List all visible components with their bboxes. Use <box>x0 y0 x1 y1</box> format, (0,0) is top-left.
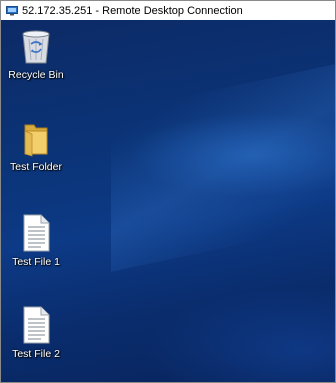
remote-desktop-icon <box>6 5 18 15</box>
desktop-icon-label: Test File 1 <box>12 256 60 268</box>
desktop-icon-label: Test File 2 <box>12 348 60 360</box>
title-bar[interactable]: 52.172.35.251 - Remote Desktop Connectio… <box>1 1 335 20</box>
desktop-icon-test-folder[interactable]: Test Folder <box>1 123 74 173</box>
text-file-icon <box>23 306 50 344</box>
desktop-icon-label: Recycle Bin <box>8 69 64 81</box>
desktop-icon-test-file-2[interactable]: Test File 2 <box>1 306 74 360</box>
recycle-bin-icon <box>22 30 50 64</box>
folder-icon <box>24 124 48 157</box>
remote-desktop-window: 52.172.35.251 - Remote Desktop Connectio… <box>0 0 336 383</box>
desktop-area[interactable]: Recycle Bin Test Folder Test File 1 Test… <box>1 20 335 382</box>
desktop-icon-label: Test Folder <box>10 161 62 173</box>
desktop-icon-test-file-1[interactable]: Test File 1 <box>1 214 74 268</box>
desktop-icon-recycle-bin[interactable]: Recycle Bin <box>1 27 74 81</box>
wallpaper-light-beam <box>111 48 335 272</box>
window-title: 52.172.35.251 - Remote Desktop Connectio… <box>22 4 243 17</box>
text-file-icon <box>23 214 50 252</box>
